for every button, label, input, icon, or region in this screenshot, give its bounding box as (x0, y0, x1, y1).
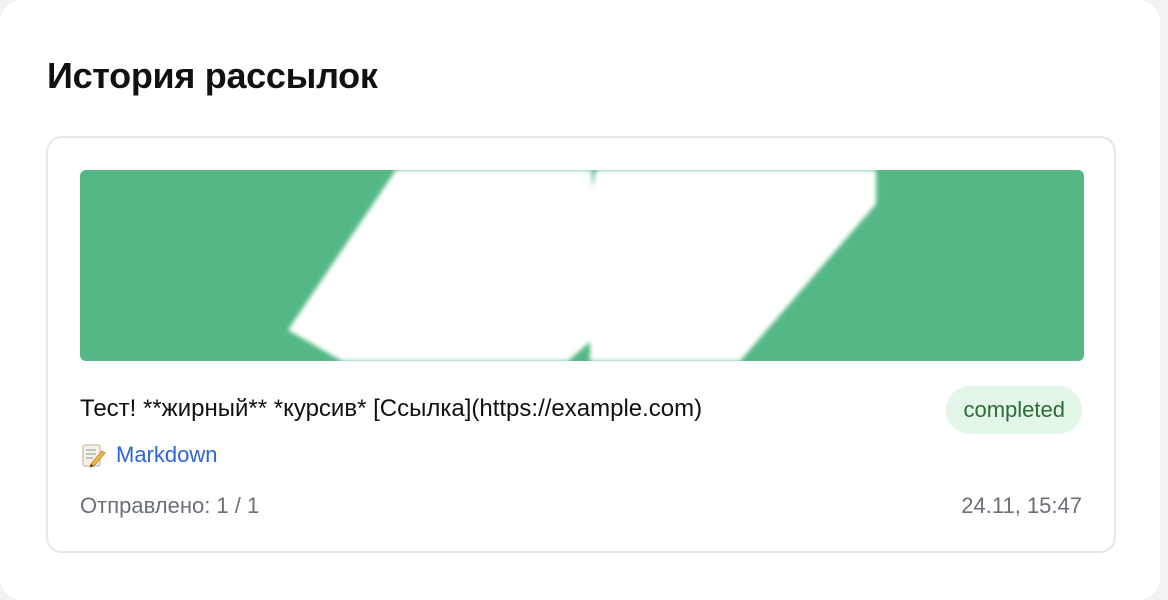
page-title: История рассылок (47, 55, 378, 96)
image-graphic (288, 170, 876, 361)
broadcast-image (80, 170, 1084, 361)
format-indicator: Markdown (80, 440, 217, 470)
message-text: Тест! **жирный** *курсив* [Ссылка](https… (80, 395, 703, 422)
broadcast-card[interactable]: Тест! **жирный** *курсив* [Ссылка](https… (46, 136, 1116, 553)
sent-timestamp: 24.11, 15:47 (961, 493, 1082, 518)
memo-icon (80, 442, 106, 468)
sent-count: Отправлено: 1 / 1 (80, 493, 260, 518)
broadcast-history-panel: История рассылок Тест! **жирный** *курси… (0, 0, 1160, 600)
status-badge: completed (946, 386, 1082, 434)
format-label: Markdown (116, 442, 218, 467)
